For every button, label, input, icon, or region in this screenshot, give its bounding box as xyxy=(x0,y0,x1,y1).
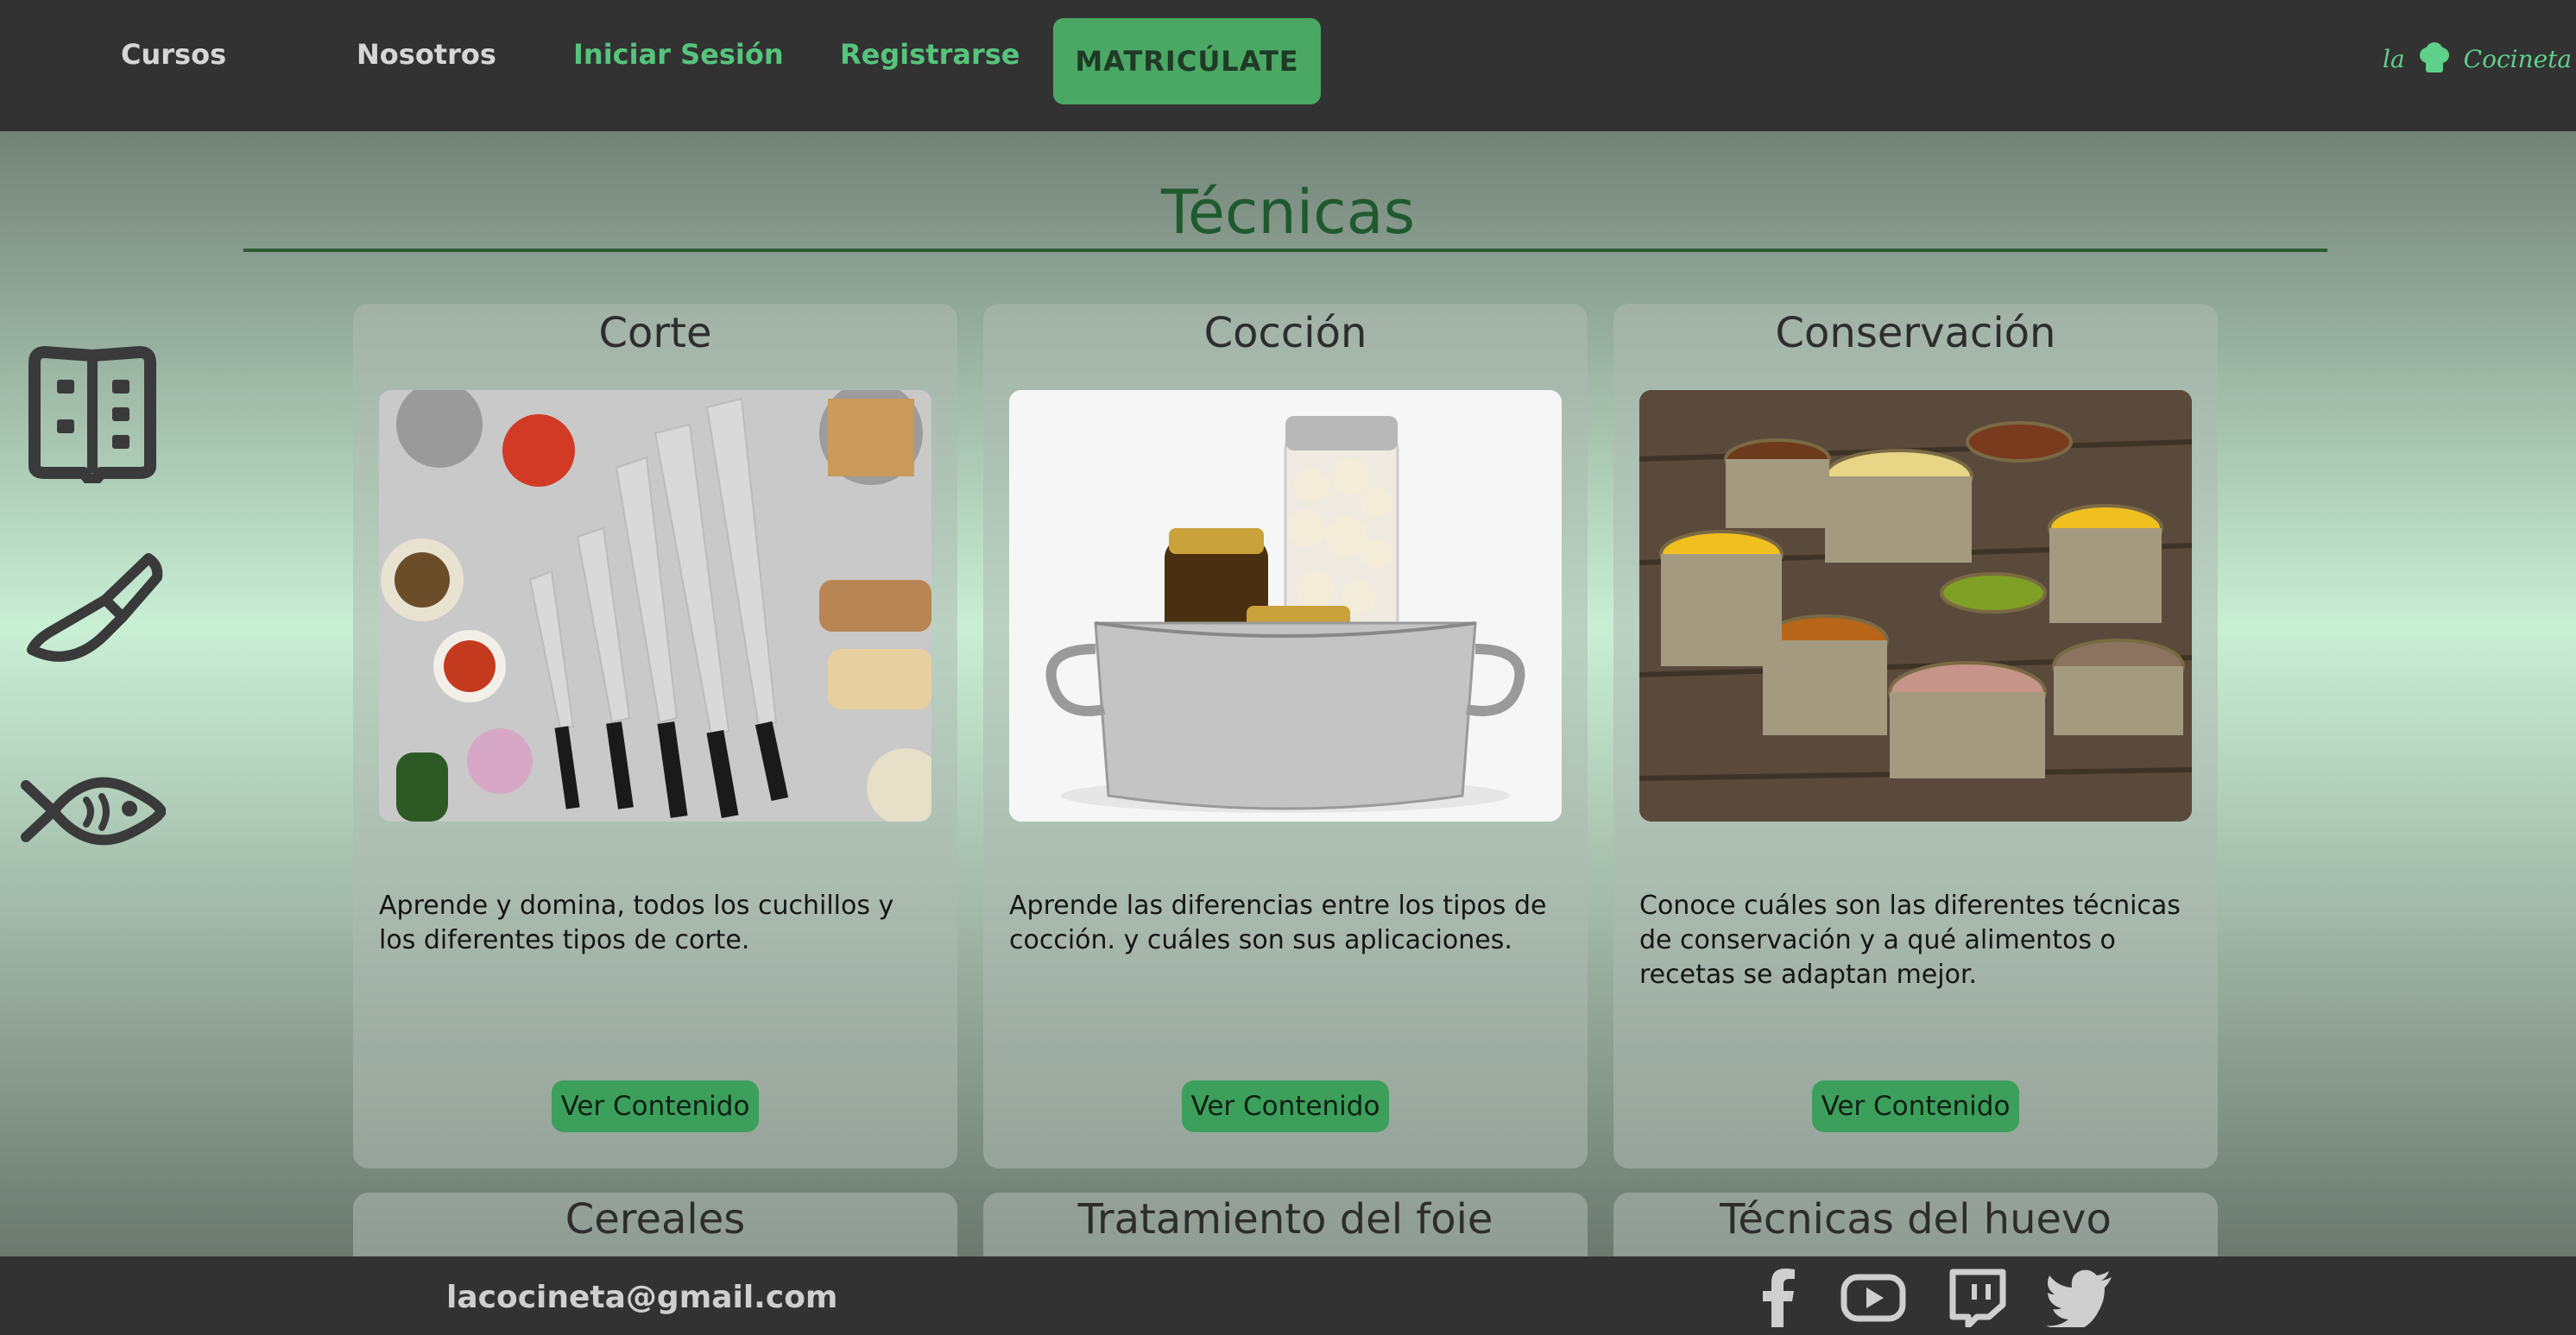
card-description: Aprende y domina, todos los cuchillos y … xyxy=(379,891,894,955)
page-title: Técnicas xyxy=(1160,177,1416,248)
youtube-icon[interactable] xyxy=(1837,1267,1910,1327)
card-title: Conservación xyxy=(1775,309,2056,357)
logo-text-left: la xyxy=(2383,44,2405,73)
card-title: Cereales xyxy=(565,1195,746,1244)
jars-in-pot-photo xyxy=(1009,390,1562,822)
ver-contenido-button-corte[interactable]: Ver Contenido xyxy=(552,1080,759,1132)
logo-text-right: Cocineta xyxy=(2463,44,2573,73)
knives-and-vegetables-photo xyxy=(379,390,931,822)
recipe-book-icon[interactable] xyxy=(19,345,166,483)
card-title: Cocción xyxy=(1203,309,1367,357)
card-description: Aprende las diferencias entre los tipos … xyxy=(1009,891,1547,955)
nav-link-nosotros[interactable]: Nosotros xyxy=(357,38,496,71)
matriculate-button[interactable]: MATRICÚLATE xyxy=(1053,18,1321,104)
nav-link-iniciar-sesion[interactable]: Iniciar Sesión xyxy=(573,38,784,71)
footer xyxy=(0,1256,2576,1335)
canned-food-photo xyxy=(1639,390,2192,822)
facebook-icon[interactable] xyxy=(1742,1267,1815,1327)
fish-icon[interactable] xyxy=(19,764,166,859)
nav-link-registrarse[interactable]: Registrarse xyxy=(840,38,1020,71)
chef-hat-icon xyxy=(2419,42,2449,72)
ver-contenido-button-conservacion[interactable]: Ver Contenido xyxy=(1812,1080,2019,1132)
twitch-icon[interactable] xyxy=(1941,1267,2013,1327)
card-title: Corte xyxy=(598,309,712,357)
footer-email-link[interactable]: lacocineta@gmail.com xyxy=(446,1280,837,1315)
ver-contenido-button-coccion[interactable]: Ver Contenido xyxy=(1182,1080,1389,1132)
nav-link-cursos[interactable]: Cursos xyxy=(121,38,226,71)
card-title: Tratamiento del foie xyxy=(1077,1195,1493,1244)
site-logo[interactable]: la Cocineta xyxy=(2383,35,2572,83)
card-description: Conoce cuáles son las diferentes técnica… xyxy=(1639,891,2181,990)
top-navbar: Cursos Nosotros Iniciar Sesión Registrar… xyxy=(0,0,2576,131)
card-title: Técnicas del huevo xyxy=(1720,1195,2112,1244)
knife-icon[interactable] xyxy=(19,548,166,669)
title-divider xyxy=(243,249,2327,252)
twitter-icon[interactable] xyxy=(2044,1267,2117,1327)
